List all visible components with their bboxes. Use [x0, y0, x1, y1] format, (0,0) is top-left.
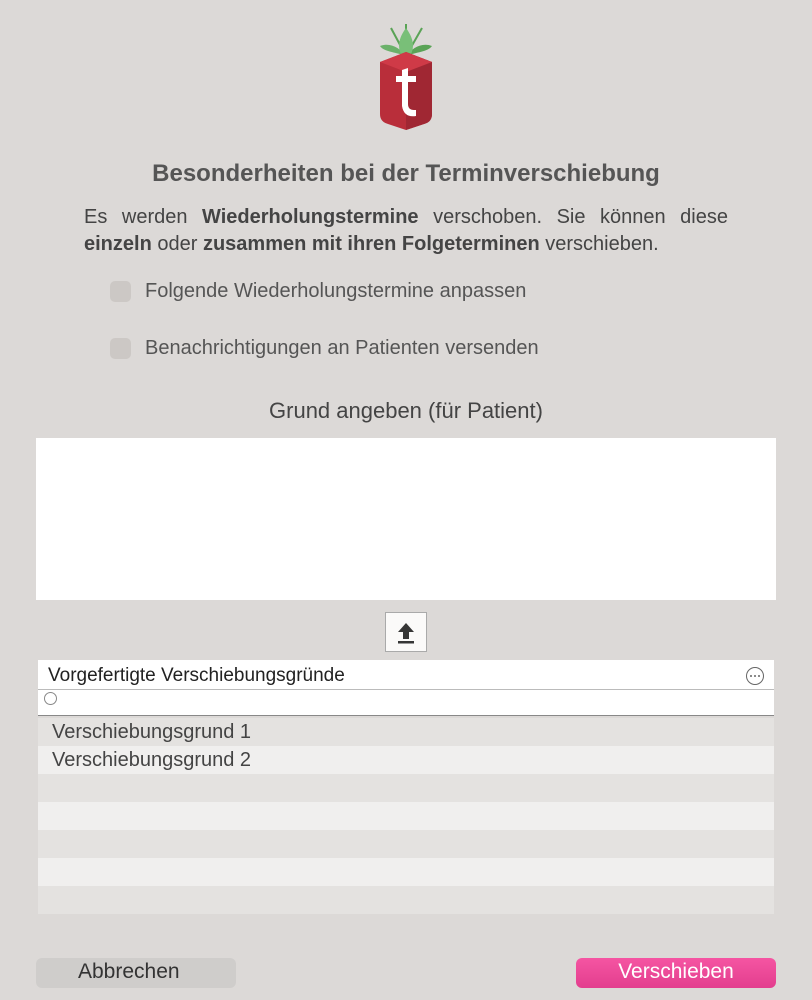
presets-search[interactable]: [38, 690, 774, 716]
reason-textarea[interactable]: [36, 438, 776, 600]
cancel-button[interactable]: Abbrechen: [36, 958, 236, 988]
preset-row[interactable]: [38, 858, 774, 886]
confirm-button[interactable]: Verschieben: [576, 958, 776, 988]
presets-header-label: Vorgefertigte Verschiebungsgründe: [48, 665, 345, 687]
preset-row[interactable]: [38, 886, 774, 914]
insert-button[interactable]: [385, 612, 427, 652]
dialog-title: Besonderheiten bei der Terminverschiebun…: [0, 160, 812, 188]
presets-list: Verschiebungsgrund 1 Verschiebungsgrund …: [38, 718, 774, 914]
adjust-following-checkbox[interactable]: [110, 281, 131, 302]
preset-label: Verschiebungsgrund 1: [52, 721, 251, 744]
more-options-icon[interactable]: [746, 667, 764, 685]
preset-label: Verschiebungsgrund 2: [52, 749, 251, 772]
dialog-description: Es werden Wiederholungstermine verschobe…: [0, 204, 812, 258]
notify-patients-label: Benachrichtigungen an Patienten versende…: [145, 337, 539, 360]
reschedule-dialog: Besonderheiten bei der Terminverschiebun…: [0, 0, 812, 1000]
preset-row[interactable]: Verschiebungsgrund 2: [38, 746, 774, 774]
presets-header: Vorgefertigte Verschiebungsgründe: [38, 660, 774, 690]
notify-patients-row[interactable]: Benachrichtigungen an Patienten versende…: [0, 331, 812, 366]
adjust-following-label: Folgende Wiederholungstermine anpassen: [145, 280, 526, 303]
reason-label: Grund angeben (für Patient): [0, 398, 812, 424]
preset-row[interactable]: [38, 774, 774, 802]
tomato-logo-icon: [366, 22, 446, 132]
preset-row[interactable]: [38, 802, 774, 830]
upload-arrow-icon: [395, 620, 417, 644]
preset-row[interactable]: [38, 830, 774, 858]
insert-row: [0, 600, 812, 656]
adjust-following-row[interactable]: Folgende Wiederholungstermine anpassen: [0, 274, 812, 309]
search-indicator-icon: [44, 692, 57, 705]
logo-area: [0, 12, 812, 142]
notify-patients-checkbox[interactable]: [110, 338, 131, 359]
button-bar: Abbrechen Verschieben: [0, 948, 812, 1000]
preset-row[interactable]: Verschiebungsgrund 1: [38, 718, 774, 746]
